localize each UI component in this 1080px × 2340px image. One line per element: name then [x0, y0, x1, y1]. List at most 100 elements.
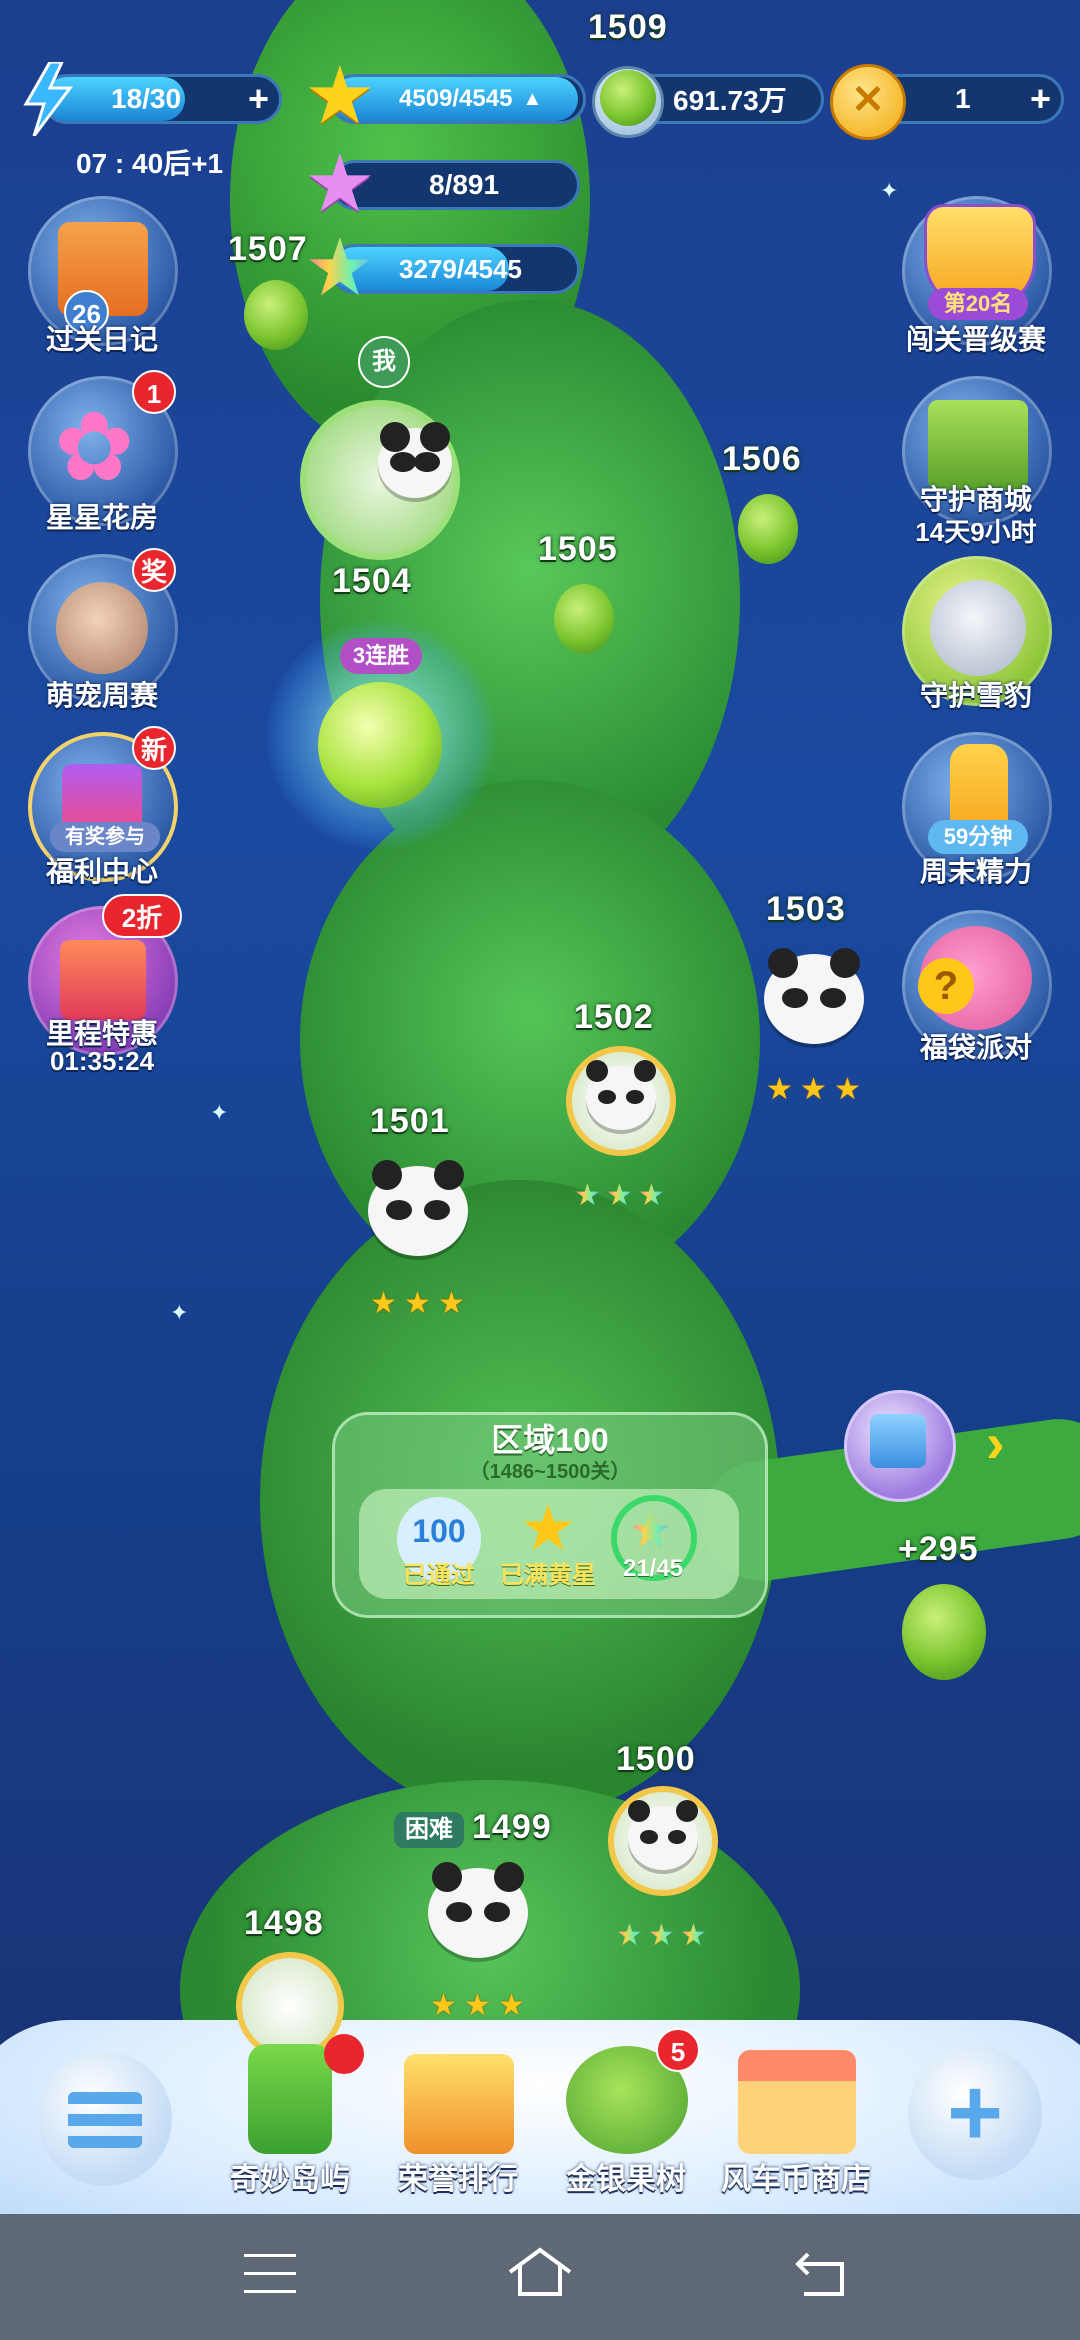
level-1501-number: 1501	[370, 1102, 450, 1140]
energy-bar[interactable]: 18/30 +	[42, 74, 282, 124]
snow-leopard-icon	[930, 580, 1026, 676]
level-1506-pod[interactable]	[738, 494, 798, 564]
reward-badge: 奖	[132, 548, 176, 592]
level-1499-star: ★	[464, 1989, 491, 2022]
passed-label: 已通过	[403, 1562, 475, 1589]
lightning-icon	[20, 60, 76, 137]
rank-label: 第20名	[928, 288, 1028, 320]
home-nav-icon[interactable]	[506, 2246, 574, 2303]
gold-coin-icon: ✕	[830, 64, 906, 140]
back-nav-icon[interactable]	[794, 2248, 854, 2305]
level-1501-star: ★	[370, 1287, 397, 1320]
level-1504-pod[interactable]	[318, 682, 442, 808]
level-1504-number: 1504	[332, 562, 412, 600]
level-1501-star: ★	[438, 1287, 465, 1320]
level-1509-number: 1509	[588, 8, 668, 46]
region-range: （1486~1500关）	[469, 1461, 631, 1483]
level-1502-star: ★	[638, 1179, 665, 1212]
windmill-coin-shop-button[interactable]	[722, 2034, 872, 2164]
flower-icon: ✿	[54, 394, 135, 501]
level-1498-number: 1498	[244, 1904, 324, 1942]
crown-icon	[404, 2054, 514, 2154]
level-1501-panda[interactable]	[368, 1160, 468, 1256]
weekend-energy-label: 周末精力	[919, 856, 1032, 887]
windmill-coin-count: 691.73万	[673, 85, 787, 116]
level-1503-star: ★	[834, 1073, 861, 1106]
gift-box-icon	[60, 940, 146, 1020]
question-coin-icon: ?	[918, 958, 974, 1014]
rainbow-progress-count: 21/45	[622, 1555, 684, 1582]
level-1503-panda[interactable]	[764, 948, 864, 1044]
level-1505-pod[interactable]	[554, 584, 614, 654]
cat-icon	[56, 582, 148, 674]
level-1500-star: ★	[648, 1919, 675, 1952]
level-1499-number: 1499	[472, 1808, 552, 1846]
level-1499-star: ★	[430, 1989, 457, 2022]
energy-value: 18/30	[111, 83, 182, 114]
player-position-marker: 我	[358, 336, 410, 388]
guard-snow-leopard-label: 守护雪豹	[919, 680, 1032, 711]
level-1507-pod[interactable]	[244, 280, 308, 350]
panda-avatar-icon	[378, 422, 452, 498]
level-diary-label: 过关日记	[45, 324, 158, 355]
sparkle-icon: ✦	[170, 1300, 189, 1325]
rainbow-star-icon: ★	[629, 1505, 673, 1558]
hard-level-tag: 困难	[394, 1812, 464, 1848]
passed-count: 100	[412, 1513, 466, 1549]
level-1502-panda	[586, 1060, 656, 1130]
pink-star-count: 8/891	[429, 169, 500, 200]
level-1503-star: ★	[800, 1073, 827, 1106]
full-yellow-star-label: 已满黄星	[500, 1562, 596, 1589]
windmill-coin-shop-label: 风车币商店	[721, 2163, 871, 2196]
menu-nav-icon[interactable]	[244, 2254, 296, 2294]
full-yellow-star-icon: ★	[519, 1492, 577, 1564]
level-1503-number: 1503	[766, 890, 846, 928]
pink-star-icon: ★	[304, 139, 376, 228]
palm-tree-icon	[248, 2044, 332, 2154]
level-1501-star: ★	[404, 1287, 431, 1320]
menu-button[interactable]	[38, 2052, 172, 2186]
sparkle-icon: ✦	[880, 178, 899, 203]
bonus-reward-pod[interactable]	[902, 1584, 986, 1680]
level-1500-star: ★	[616, 1919, 643, 1952]
rainbow-star-count: 3279/4545	[399, 253, 522, 284]
gold-coin-count: 1	[955, 83, 971, 114]
add-energy-button[interactable]: +	[248, 78, 269, 120]
pet-weekly-contest-label: 萌宠周赛	[45, 680, 158, 711]
level-1502-number: 1502	[574, 998, 654, 1036]
level-1502-star: ★	[574, 1179, 601, 1212]
tree-count-badge: 5	[656, 2028, 700, 2072]
gold-star-count: 4509/4545	[399, 85, 513, 112]
system-navigation-bar	[0, 2214, 1080, 2340]
add-coin-button[interactable]: +	[1030, 78, 1051, 120]
plus-icon: +	[946, 2059, 1004, 2166]
discount-badge: 2折	[102, 894, 182, 938]
milestone-deal-timer: 01:35:24	[49, 1046, 155, 1076]
wonder-island-button[interactable]	[214, 2034, 364, 2164]
list-icon	[68, 2092, 142, 2148]
gift-icon	[870, 1414, 926, 1468]
weekend-energy-timer: 59分钟	[928, 820, 1028, 854]
energy-timer: 07 : 40后+1	[76, 148, 224, 179]
welfare-center-label: 福利中心	[45, 856, 158, 887]
level-1507-number: 1507	[228, 230, 308, 268]
guardian-shop-timer: 14天9小时	[915, 517, 1037, 547]
lucky-bag-party-label: 福袋派对	[919, 1032, 1032, 1063]
level-1505-number: 1505	[538, 530, 618, 568]
level-1509-pod[interactable]	[600, 70, 656, 126]
rainbow-star-icon: ★	[304, 223, 376, 312]
welfare-subtitle: 有奖参与	[50, 822, 160, 852]
sparkle-icon: ✦	[210, 1100, 229, 1125]
chevron-up-icon[interactable]: ▲	[522, 88, 542, 111]
honor-ranking-button[interactable]	[384, 2034, 534, 2164]
chevron-right-icon[interactable]: ›	[986, 1410, 1005, 1475]
level-promotion-contest-label: 闯关晋级赛	[905, 324, 1046, 355]
level-1502-star: ★	[606, 1179, 633, 1212]
level-1499-panda[interactable]	[428, 1862, 528, 1958]
region-card[interactable]: 区域100 （1486~1500关） 100 已通过 ★ 已满黄星 ★ 21/4…	[332, 1412, 768, 1618]
expand-plus-button[interactable]: +	[908, 2046, 1042, 2180]
level-1499-star: ★	[498, 1989, 525, 2022]
bonus-reward-amount: +295	[898, 1530, 979, 1568]
notification-badge: 1	[132, 370, 176, 414]
level-1506-number: 1506	[722, 440, 802, 478]
